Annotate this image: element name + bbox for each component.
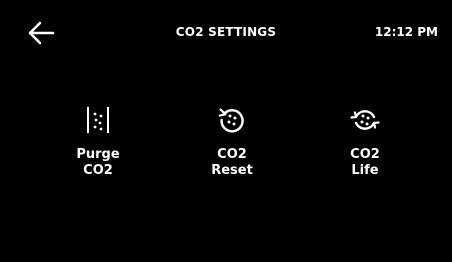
co2-reset-label-line1: CO2 [217,147,247,162]
purge-co2-label-line1: Purge [76,147,120,162]
co2-life-label: CO2 Life [350,147,380,179]
co2-reset-button[interactable]: CO2 Reset [187,103,277,179]
co2-life-label-line1: CO2 [350,147,380,162]
co2-reset-label-line2: Reset [211,163,253,178]
co2-life-button[interactable]: CO2 Life [320,103,410,179]
clock: 12:12 PM [374,25,438,39]
purge-co2-label: Purge CO2 [76,147,119,179]
co2-settings-screen: CO2 SETTINGS 12:12 PM Purge CO2 CO2 Rese… [0,0,452,262]
purge-co2-label-line2: CO2 [83,163,113,178]
purge-co2-icon [81,103,115,137]
co2-life-icon [348,103,382,137]
purge-co2-button[interactable]: Purge CO2 [53,103,143,179]
co2-reset-label: CO2 Reset [211,147,253,179]
co2-reset-icon [215,103,249,137]
co2-life-label-line2: Life [351,163,379,178]
